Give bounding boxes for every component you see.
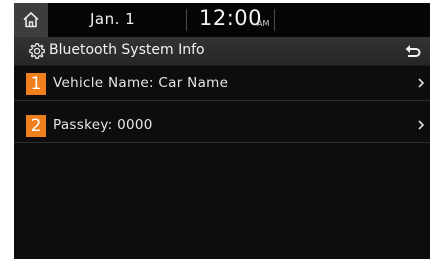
- infotainment-screen: Jan. 1 12:00 AM Bluetooth System Info 1 …: [14, 3, 430, 259]
- status-ampm: AM: [257, 19, 270, 28]
- item-number-badge: 1: [26, 73, 46, 95]
- status-divider: [274, 9, 275, 31]
- status-bar: Jan. 1 12:00 AM: [14, 3, 430, 37]
- status-date: Jan. 1: [90, 10, 136, 28]
- back-icon: [405, 45, 421, 57]
- list-item-vehicle-name[interactable]: 1 Vehicle Name: Car Name: [14, 66, 430, 101]
- gear-icon: [29, 43, 45, 59]
- back-button[interactable]: [396, 37, 430, 65]
- page-title: Bluetooth System Info: [49, 42, 205, 58]
- chevron-right-icon: [418, 78, 425, 88]
- home-icon: [23, 12, 39, 28]
- chevron-right-icon: [418, 120, 425, 130]
- home-button[interactable]: [14, 3, 48, 37]
- status-time: 12:00: [199, 6, 263, 30]
- item-label: Vehicle Name: Car Name: [53, 75, 229, 91]
- status-divider: [186, 9, 187, 31]
- item-label: Passkey: 0000: [53, 117, 153, 133]
- title-bar: Bluetooth System Info: [14, 37, 430, 66]
- list-item-passkey[interactable]: 2 Passkey: 0000: [14, 108, 430, 143]
- item-number-badge: 2: [26, 115, 46, 137]
